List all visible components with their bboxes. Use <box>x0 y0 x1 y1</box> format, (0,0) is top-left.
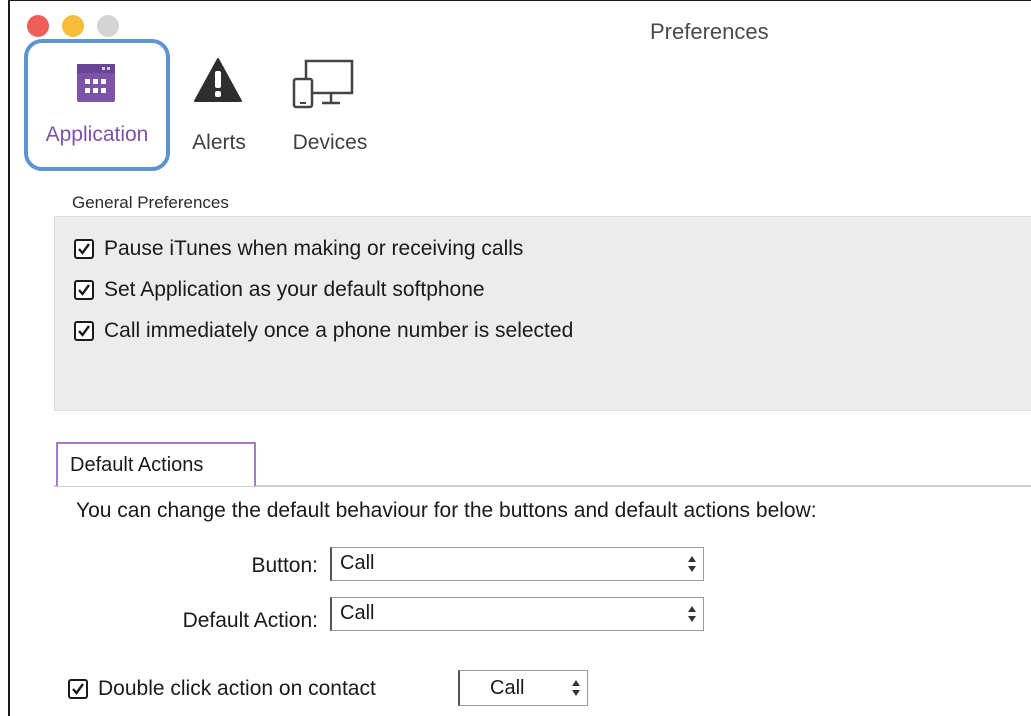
up-down-arrows-icon <box>687 604 697 624</box>
double-click-label: Double click action on contact <box>98 677 376 700</box>
tab-default-actions[interactable]: Default Actions <box>56 442 256 486</box>
toolbar-tab-devices[interactable]: Devices <box>280 59 380 155</box>
button-select[interactable]: Call <box>330 547 704 581</box>
button-select-value: Call <box>340 552 375 574</box>
pause-itunes-checkbox[interactable] <box>74 239 94 259</box>
double-click-select[interactable]: Call <box>458 670 588 706</box>
toolbar-label-devices: Devices <box>292 131 368 154</box>
up-down-arrows-icon <box>687 554 697 574</box>
window-title: Preferences <box>650 19 769 44</box>
up-down-arrows-icon <box>571 678 581 698</box>
toolbar-label-alerts: Alerts <box>192 131 246 154</box>
default-action-field-label: Default Action: <box>182 609 318 632</box>
default-actions-description: You can change the default behaviour for… <box>76 499 817 522</box>
calendar-icon <box>76 63 116 103</box>
button-field-label: Button: <box>251 554 318 577</box>
warning-icon <box>193 57 243 108</box>
option-double-click[interactable]: Double click action on contact <box>68 674 376 704</box>
double-click-select-value: Call <box>490 677 525 699</box>
option-pause-itunes[interactable]: Pause iTunes when making or receiving ca… <box>74 234 523 264</box>
call-immediately-checkbox[interactable] <box>74 321 94 341</box>
devices-icon <box>292 59 358 114</box>
default-softphone-checkbox[interactable] <box>74 280 94 300</box>
pause-itunes-label: Pause iTunes when making or receiving ca… <box>104 237 524 260</box>
default-softphone-label: Set Application as your default softphon… <box>104 278 485 301</box>
option-default-softphone[interactable]: Set Application as your default softphon… <box>74 275 485 305</box>
option-call-immediately[interactable]: Call immediately once a phone number is … <box>74 316 573 346</box>
preferences-window: Preferences Application Alerts Devices G… <box>8 0 1031 716</box>
zoom-window-button[interactable] <box>97 15 119 37</box>
close-window-button[interactable] <box>27 15 49 37</box>
call-immediately-label: Call immediately once a phone number is … <box>104 319 574 342</box>
default-action-select[interactable]: Call <box>330 597 704 631</box>
general-preferences-title: General Preferences <box>72 193 229 212</box>
minimize-window-button[interactable] <box>62 15 84 37</box>
tab-default-actions-label: Default Actions <box>70 454 204 476</box>
toolbar-label-application: Application <box>45 123 149 146</box>
toolbar-tab-application[interactable]: Application <box>24 39 170 171</box>
default-action-select-value: Call <box>340 602 375 624</box>
double-click-checkbox[interactable] <box>68 679 88 699</box>
toolbar-tab-alerts[interactable]: Alerts <box>185 57 253 155</box>
